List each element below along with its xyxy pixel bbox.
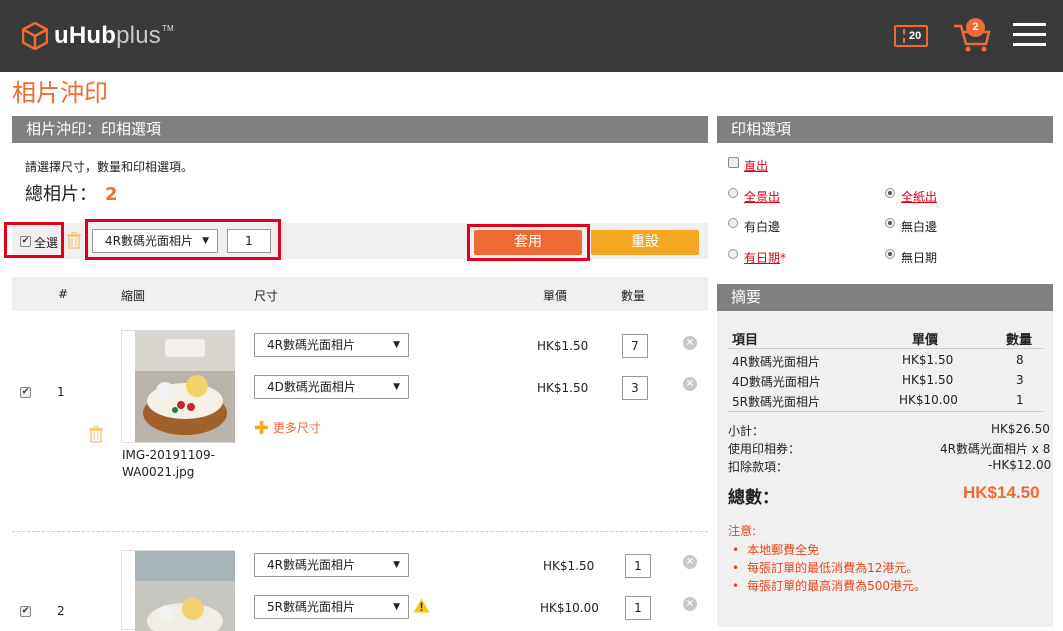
row-2-checkbox[interactable]: ✔ — [20, 606, 31, 617]
bulk-size-select[interactable]: 4R數碼光面相片 ▼ — [92, 229, 218, 253]
col-index: # — [58, 287, 69, 301]
apply-button[interactable]: 套用 — [474, 230, 582, 255]
table-header: # 縮圖 尺寸 單價 數量 — [12, 277, 708, 311]
cart-count-badge: 2 — [966, 18, 985, 37]
row-2-qty-1[interactable]: 1 — [625, 554, 651, 578]
with-date-radio[interactable] — [728, 249, 738, 259]
no-border-label: 無白邊 — [901, 220, 938, 234]
coupon-used-label: 使用印相券： — [728, 442, 801, 456]
direct-link[interactable]: 直出 — [744, 157, 768, 174]
grand-total-value: HK$14.50 — [963, 483, 1040, 502]
caret-down-icon: ▼ — [393, 382, 400, 392]
reset-button[interactable]: 重設 — [591, 230, 699, 255]
coupon-ticket-button[interactable]: 20 — [894, 25, 928, 47]
row-2-index: 2 — [57, 604, 65, 618]
remove-icon[interactable]: × — [683, 597, 697, 611]
full-view-radio[interactable] — [728, 188, 738, 198]
plus-icon: ✚ — [254, 418, 270, 439]
row-2-qty-2[interactable]: 1 — [625, 596, 651, 620]
caret-down-icon: ▼ — [393, 340, 400, 350]
col-unit-price: 單價 — [543, 289, 568, 303]
ticket-icon — [903, 29, 905, 43]
row-1-qty-1[interactable]: 7 — [622, 334, 648, 358]
full-paper-radio[interactable] — [885, 188, 895, 198]
summary-rule — [728, 348, 1043, 349]
cake-photo-image — [135, 331, 235, 442]
coupon-used-value: 4R數碼光面相片 x 8 — [940, 442, 1051, 456]
row-1-filename-line1: IMG-20191109- — [122, 448, 215, 462]
instruction-text: 請選擇尺寸，數量和印相選項。 — [25, 160, 194, 174]
row-1-size-select-1[interactable]: 4R數碼光面相片 ▼ — [254, 333, 409, 357]
hamburger-menu-icon[interactable] — [1013, 23, 1046, 47]
summary-rule — [728, 411, 1043, 412]
bulk-quantity-input[interactable]: 1 — [227, 229, 271, 253]
summary-title: 摘要 — [717, 284, 1053, 311]
trash-icon[interactable] — [67, 232, 81, 249]
note-item: 每張訂單的最低消費為12港元。 — [732, 559, 926, 577]
caret-down-icon: ▼ — [393, 602, 400, 612]
remove-icon[interactable]: × — [683, 377, 697, 391]
subtotal-value: HK$26.50 — [991, 422, 1050, 436]
grand-total-label: 總數： — [728, 488, 779, 508]
print-options-panel-title: 相片沖印：印相選項 — [12, 116, 708, 143]
full-view-link[interactable]: 全景出 — [744, 188, 780, 205]
caret-down-icon: ▼ — [393, 560, 400, 570]
row-2-size-select-2[interactable]: 5R數碼光面相片 ▼ — [254, 595, 409, 619]
page-title: 相片沖印 — [12, 79, 108, 107]
photo-thumbnail[interactable] — [121, 550, 235, 631]
more-sizes-link[interactable]: ✚ 更多尺寸 — [254, 418, 321, 439]
row-2-size-select-1[interactable]: 4R數碼光面相片 ▼ — [254, 553, 409, 577]
col-thumbnail: 縮圖 — [121, 289, 146, 303]
cube-icon — [22, 22, 48, 50]
remove-icon[interactable]: × — [683, 555, 697, 569]
note-item: 每張訂單的最高消費為500港元。 — [732, 577, 926, 595]
row-1-size-select-2[interactable]: 4D數碼光面相片 ▼ — [254, 375, 409, 399]
col-quantity: 數量 — [621, 289, 646, 303]
row-1-price-1: HK$1.50 — [537, 339, 589, 353]
no-border-radio[interactable] — [885, 218, 895, 228]
row-1-filename-line2: WA0021.jpg — [122, 465, 195, 479]
no-date-label: 無日期 — [901, 251, 938, 265]
select-all-checkbox[interactable]: ✔ — [20, 236, 31, 247]
no-date-radio[interactable] — [885, 249, 895, 259]
note-item: 本地郵費全免 — [732, 541, 926, 559]
coupon-count: 20 — [909, 30, 922, 42]
subtotal-label: 小計： — [728, 424, 765, 438]
notes-section: 注意: 本地郵費全免 每張訂單的最低消費為12港元。 每張訂單的最高消費為500… — [728, 522, 926, 595]
photo-thumbnail[interactable] — [121, 330, 235, 443]
print-options-title: 印相選項 — [717, 116, 1053, 143]
with-date-link[interactable]: 有日期* — [744, 249, 786, 266]
notes-title: 注意: — [728, 524, 757, 538]
uhubplus-logo[interactable]: uHubplusTM — [22, 22, 174, 50]
logo-text: uHubplusTM — [54, 22, 174, 49]
with-border-radio[interactable] — [728, 218, 738, 228]
deduction-value: -HK$12.00 — [988, 458, 1052, 472]
direct-checkbox[interactable] — [728, 157, 739, 168]
total-photos-count: 2 — [105, 184, 118, 205]
cake-photo-image — [135, 551, 235, 631]
row-2-price-2: HK$10.00 — [540, 601, 599, 615]
trash-icon[interactable] — [89, 426, 103, 443]
col-size: 尺寸 — [254, 289, 279, 303]
full-paper-link[interactable]: 全紙出 — [901, 188, 937, 205]
row-1-index: 1 — [57, 385, 65, 399]
caret-down-icon: ▼ — [202, 236, 209, 246]
deduction-label: 扣除款項： — [728, 460, 789, 474]
select-all-label: 全選 — [34, 236, 59, 250]
remove-icon[interactable]: × — [683, 336, 697, 350]
with-border-label: 有白邊 — [744, 220, 781, 234]
row-divider — [12, 531, 708, 532]
total-photos: 總相片： 2 — [25, 184, 118, 205]
warning-icon — [413, 598, 430, 613]
row-1-qty-2[interactable]: 3 — [622, 376, 648, 400]
row-1-checkbox[interactable]: ✔ — [20, 387, 31, 398]
top-header: uHubplusTM 20 2 — [0, 0, 1063, 72]
row-1-price-2: HK$1.50 — [537, 381, 589, 395]
row-2-price-1: HK$1.50 — [543, 559, 595, 573]
